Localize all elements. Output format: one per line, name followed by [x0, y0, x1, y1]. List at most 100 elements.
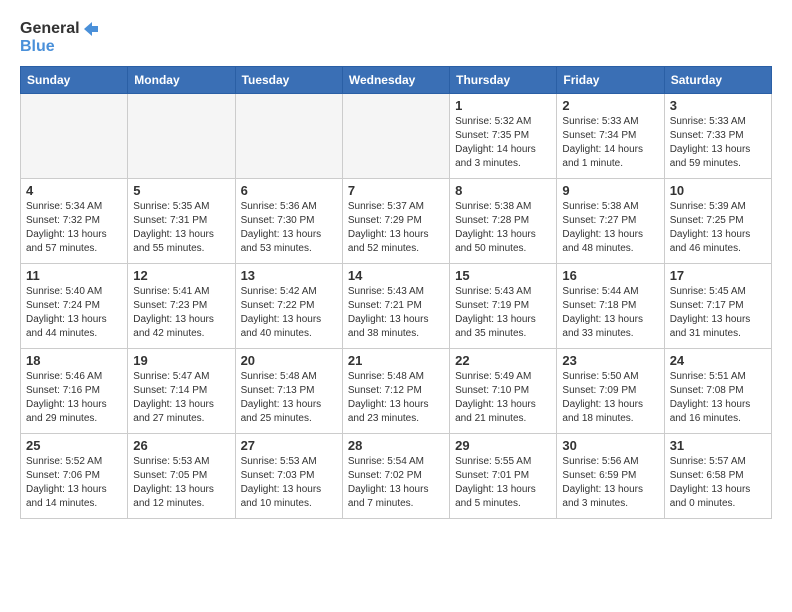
weekday-header-saturday: Saturday [664, 66, 771, 93]
calendar-cell: 29 Sunrise: 5:55 AMSunset: 7:01 PMDayligh… [450, 433, 557, 518]
logo-arrow-icon [82, 20, 100, 38]
day-number: 20 [241, 353, 337, 368]
calendar-cell: 28Sunrise: 5:54 AMSunset: 7:02 PMDayligh… [342, 433, 449, 518]
day-number: 8 [455, 183, 551, 198]
week-row-3: 11 Sunrise: 5:40 AMSunset: 7:24 PMDayligh… [21, 263, 772, 348]
day-info: Sunrise: 5:55 AMSunset: 7:01 PMDaylight:… [455, 455, 551, 511]
calendar-cell: 13 Sunrise: 5:42 AMSunset: 7:22 PMDayligh… [235, 263, 342, 348]
day-info: Sunrise: 5:49 AMSunset: 7:10 PMDaylight:… [455, 370, 551, 426]
weekday-header-row: SundayMondayTuesdayWednesdayThursdayFrid… [21, 66, 772, 93]
day-number: 12 [133, 268, 229, 283]
day-info: Sunrise: 5:53 AMSunset: 7:05 PMDaylight:… [133, 455, 229, 511]
day-number: 11 [26, 268, 122, 283]
week-row-1: 1Sunrise: 5:32 AMSunset: 7:35 PMDaylight… [21, 93, 772, 178]
day-number: 23 [562, 353, 658, 368]
calendar-cell: 1Sunrise: 5:32 AMSunset: 7:35 PMDaylight… [450, 93, 557, 178]
day-info: Sunrise: 5:39 AMSunset: 7:25 PMDaylight:… [670, 200, 766, 256]
weekday-header-friday: Friday [557, 66, 664, 93]
day-number: 9 [562, 183, 658, 198]
day-info: Sunrise: 5:48 AMSunset: 7:12 PMDaylight:… [348, 370, 444, 426]
day-info: Sunrise: 5:48 AMSunset: 7:13 PMDaylight:… [241, 370, 337, 426]
day-info: Sunrise: 5:57 AMSunset: 6:58 PMDaylight:… [670, 455, 766, 511]
day-info: Sunrise: 5:43 AMSunset: 7:19 PMDaylight:… [455, 285, 551, 341]
calendar-cell: 6 Sunrise: 5:36 AMSunset: 7:30 PMDaylight… [235, 178, 342, 263]
day-info: Sunrise: 5:50 AMSunset: 7:09 PMDaylight:… [562, 370, 658, 426]
calendar-cell: 19 Sunrise: 5:47 AMSunset: 7:14 PMDayligh… [128, 348, 235, 433]
day-info: Sunrise: 5:36 AMSunset: 7:30 PMDaylight:… [241, 200, 337, 256]
day-number: 6 [241, 183, 337, 198]
calendar-cell: 11 Sunrise: 5:40 AMSunset: 7:24 PMDayligh… [21, 263, 128, 348]
calendar-cell: 23 Sunrise: 5:50 AMSunset: 7:09 PMDayligh… [557, 348, 664, 433]
day-info: Sunrise: 5:44 AMSunset: 7:18 PMDaylight:… [562, 285, 658, 341]
calendar-cell: 5 Sunrise: 5:35 AMSunset: 7:31 PMDaylight… [128, 178, 235, 263]
calendar-cell: 4 Sunrise: 5:34 AMSunset: 7:32 PMDaylight… [21, 178, 128, 263]
calendar-cell: 30 Sunrise: 5:56 AMSunset: 6:59 PMDayligh… [557, 433, 664, 518]
calendar-cell: 12 Sunrise: 5:41 AMSunset: 7:23 PMDayligh… [128, 263, 235, 348]
day-number: 16 [562, 268, 658, 283]
day-info: Sunrise: 5:33 AMSunset: 7:33 PMDaylight:… [670, 115, 766, 171]
day-info: Sunrise: 5:35 AMSunset: 7:31 PMDaylight:… [133, 200, 229, 256]
calendar-cell: 24Sunrise: 5:51 AMSunset: 7:08 PMDayligh… [664, 348, 771, 433]
calendar-cell [21, 93, 128, 178]
day-number: 28 [348, 438, 444, 453]
day-number: 27 [241, 438, 337, 453]
calendar-table: SundayMondayTuesdayWednesdayThursdayFrid… [20, 66, 772, 519]
calendar-cell [342, 93, 449, 178]
week-row-2: 4 Sunrise: 5:34 AMSunset: 7:32 PMDaylight… [21, 178, 772, 263]
day-number: 14 [348, 268, 444, 283]
calendar-cell: 7Sunrise: 5:37 AMSunset: 7:29 PMDaylight… [342, 178, 449, 263]
day-number: 17 [670, 268, 766, 283]
calendar-cell [128, 93, 235, 178]
logo-general: General [20, 20, 80, 38]
calendar-cell: 31 Sunrise: 5:57 AMSunset: 6:58 PMDayligh… [664, 433, 771, 518]
weekday-header-sunday: Sunday [21, 66, 128, 93]
day-number: 4 [26, 183, 122, 198]
day-number: 15 [455, 268, 551, 283]
calendar-cell: 16 Sunrise: 5:44 AMSunset: 7:18 PMDayligh… [557, 263, 664, 348]
day-info: Sunrise: 5:33 AMSunset: 7:34 PMDaylight:… [562, 115, 658, 171]
week-row-5: 25 Sunrise: 5:52 AMSunset: 7:06 PMDayligh… [21, 433, 772, 518]
weekday-header-thursday: Thursday [450, 66, 557, 93]
day-number: 5 [133, 183, 229, 198]
day-number: 31 [670, 438, 766, 453]
page-header: General Blue [20, 20, 772, 56]
calendar-cell: 2 Sunrise: 5:33 AMSunset: 7:34 PMDaylight… [557, 93, 664, 178]
weekday-header-tuesday: Tuesday [235, 66, 342, 93]
day-number: 19 [133, 353, 229, 368]
calendar-cell: 20 Sunrise: 5:48 AMSunset: 7:13 PMDayligh… [235, 348, 342, 433]
day-number: 26 [133, 438, 229, 453]
calendar-cell: 25 Sunrise: 5:52 AMSunset: 7:06 PMDayligh… [21, 433, 128, 518]
day-number: 30 [562, 438, 658, 453]
day-info: Sunrise: 5:43 AMSunset: 7:21 PMDaylight:… [348, 285, 444, 341]
day-info: Sunrise: 5:32 AMSunset: 7:35 PMDaylight:… [455, 115, 551, 171]
day-number: 24 [670, 353, 766, 368]
day-info: Sunrise: 5:56 AMSunset: 6:59 PMDaylight:… [562, 455, 658, 511]
day-info: Sunrise: 5:38 AMSunset: 7:27 PMDaylight:… [562, 200, 658, 256]
day-info: Sunrise: 5:42 AMSunset: 7:22 PMDaylight:… [241, 285, 337, 341]
day-info: Sunrise: 5:41 AMSunset: 7:23 PMDaylight:… [133, 285, 229, 341]
day-number: 13 [241, 268, 337, 283]
day-info: Sunrise: 5:52 AMSunset: 7:06 PMDaylight:… [26, 455, 122, 511]
calendar-cell: 14 Sunrise: 5:43 AMSunset: 7:21 PMDayligh… [342, 263, 449, 348]
day-info: Sunrise: 5:40 AMSunset: 7:24 PMDaylight:… [26, 285, 122, 341]
day-info: Sunrise: 5:34 AMSunset: 7:32 PMDaylight:… [26, 200, 122, 256]
logo: General Blue [20, 20, 100, 56]
day-info: Sunrise: 5:47 AMSunset: 7:14 PMDaylight:… [133, 370, 229, 426]
day-number: 2 [562, 98, 658, 113]
calendar-cell: 21Sunrise: 5:48 AMSunset: 7:12 PMDayligh… [342, 348, 449, 433]
calendar-cell: 3Sunrise: 5:33 AMSunset: 7:33 PMDaylight… [664, 93, 771, 178]
day-number: 25 [26, 438, 122, 453]
day-info: Sunrise: 5:53 AMSunset: 7:03 PMDaylight:… [241, 455, 337, 511]
calendar-cell: 22Sunrise: 5:49 AMSunset: 7:10 PMDayligh… [450, 348, 557, 433]
calendar-cell: 27 Sunrise: 5:53 AMSunset: 7:03 PMDayligh… [235, 433, 342, 518]
day-info: Sunrise: 5:37 AMSunset: 7:29 PMDaylight:… [348, 200, 444, 256]
calendar-cell: 18Sunrise: 5:46 AMSunset: 7:16 PMDayligh… [21, 348, 128, 433]
day-info: Sunrise: 5:45 AMSunset: 7:17 PMDaylight:… [670, 285, 766, 341]
logo-blue: Blue [20, 38, 55, 56]
calendar-cell: 8Sunrise: 5:38 AMSunset: 7:28 PMDaylight… [450, 178, 557, 263]
calendar-cell: 15 Sunrise: 5:43 AMSunset: 7:19 PMDayligh… [450, 263, 557, 348]
calendar-cell: 17 Sunrise: 5:45 AMSunset: 7:17 PMDayligh… [664, 263, 771, 348]
calendar-cell: 10 Sunrise: 5:39 AMSunset: 7:25 PMDayligh… [664, 178, 771, 263]
day-number: 10 [670, 183, 766, 198]
day-number: 29 [455, 438, 551, 453]
